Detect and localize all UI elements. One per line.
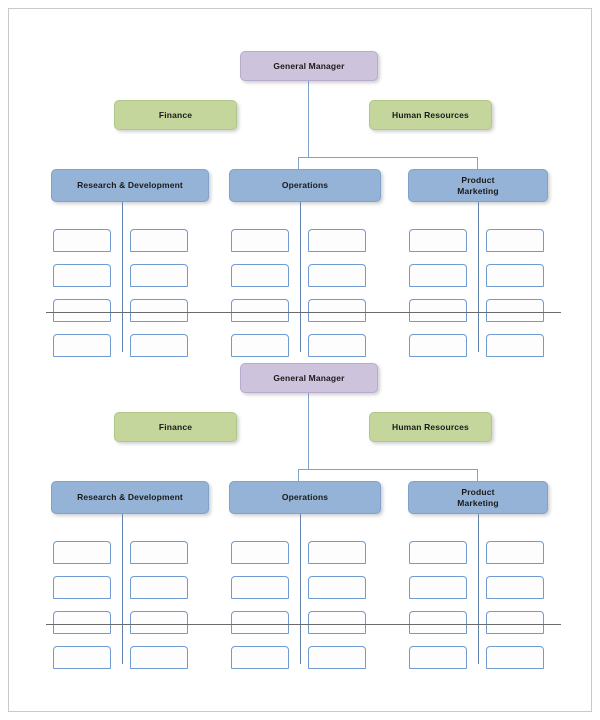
connector-exec-to-bus-2: [308, 393, 309, 469]
grid-cell[interactable]: [130, 611, 188, 634]
grid-cell[interactable]: [409, 334, 467, 357]
grid-cell[interactable]: [130, 334, 188, 357]
product-marketing-node-2-label: Product Marketing: [457, 486, 499, 508]
research-development-node-2[interactable]: Research & Development: [51, 481, 209, 514]
connector-row-rail-2: [46, 624, 561, 625]
grid-cell[interactable]: [308, 334, 366, 357]
grid-cell[interactable]: [53, 541, 111, 564]
human-resources-node-2[interactable]: Human Resources: [369, 412, 492, 442]
connector-row-rail-1: [46, 312, 561, 313]
research-development-node-1[interactable]: Research & Development: [51, 169, 209, 202]
connector-dept-spine-product-marketing-2: [478, 514, 479, 664]
org-chart-2: General Manager Finance Human Resources Res…: [9, 321, 593, 669]
connector-dept-spine-operations-2: [300, 514, 301, 664]
finance-node-1[interactable]: Finance: [114, 100, 237, 130]
grid-cell[interactable]: [53, 334, 111, 357]
grid-cell[interactable]: [409, 299, 467, 322]
grid-cell[interactable]: [53, 576, 111, 599]
grid-cell[interactable]: [130, 541, 188, 564]
grid-cell[interactable]: [308, 264, 366, 287]
human-resources-node-2-label: Human Resources: [392, 421, 469, 432]
grid-cell[interactable]: [409, 611, 467, 634]
operations-node-2-label: Operations: [281, 492, 329, 503]
grid-cell[interactable]: [486, 264, 544, 287]
general-manager-node-2[interactable]: General Manager: [240, 363, 378, 393]
grid-cell[interactable]: [130, 264, 188, 287]
connector-dept-spine-product-marketing-1: [478, 202, 479, 352]
grid-cell[interactable]: [231, 576, 289, 599]
grid-cell[interactable]: [409, 646, 467, 669]
connector-bus-1: [298, 157, 477, 158]
grid-cell[interactable]: [486, 334, 544, 357]
grid-cell[interactable]: [409, 264, 467, 287]
product-marketing-node-2[interactable]: Product Marketing: [408, 481, 548, 514]
grid-cell[interactable]: [308, 541, 366, 564]
grid-cell[interactable]: [308, 299, 366, 322]
grid-cell[interactable]: [53, 229, 111, 252]
grid-cell[interactable]: [130, 646, 188, 669]
connector-exec-to-bus-1: [308, 81, 309, 157]
grid-cell[interactable]: [231, 299, 289, 322]
connector-bus-drop-product-marketing-1: [477, 157, 478, 169]
grid-cell[interactable]: [409, 576, 467, 599]
grid-cell[interactable]: [231, 611, 289, 634]
grid-cell[interactable]: [231, 646, 289, 669]
operations-node-1[interactable]: Operations: [229, 169, 381, 202]
grid-cell[interactable]: [486, 229, 544, 252]
human-resources-node-1-label: Human Resources: [392, 109, 469, 120]
grid-cell[interactable]: [231, 264, 289, 287]
connector-dept-spine-research-development-2: [122, 514, 123, 664]
connector-dept-spine-research-development-1: [122, 202, 123, 352]
grid-cell[interactable]: [486, 576, 544, 599]
general-manager-node-2-label: General Manager: [273, 372, 345, 383]
page-canvas: General Manager Finance Human Resources Res…: [8, 8, 592, 712]
grid-cell[interactable]: [308, 576, 366, 599]
research-development-node-2-label: Research & Development: [77, 492, 183, 503]
grid-cell[interactable]: [308, 229, 366, 252]
org-chart-1: General Manager Finance Human Resources Res…: [9, 9, 593, 357]
connector-bus-drop-operations-2: [298, 469, 299, 481]
connector-bus-2: [298, 469, 477, 470]
grid-cell[interactable]: [53, 264, 111, 287]
operations-node-1-label: Operations: [281, 180, 329, 191]
research-development-node-1-label: Research & Development: [77, 180, 183, 191]
general-manager-node-1[interactable]: General Manager: [240, 51, 378, 81]
grid-cell[interactable]: [308, 646, 366, 669]
product-marketing-node-1[interactable]: Product Marketing: [408, 169, 548, 202]
grid-cell[interactable]: [486, 646, 544, 669]
finance-node-2-label: Finance: [158, 421, 193, 432]
operations-node-2[interactable]: Operations: [229, 481, 381, 514]
grid-cell[interactable]: [130, 229, 188, 252]
grid-cell[interactable]: [409, 229, 467, 252]
grid-cell[interactable]: [486, 611, 544, 634]
general-manager-node-1-label: General Manager: [273, 60, 345, 71]
grid-cell[interactable]: [130, 299, 188, 322]
grid-cell[interactable]: [231, 334, 289, 357]
grid-cell[interactable]: [53, 611, 111, 634]
finance-node-2[interactable]: Finance: [114, 412, 237, 442]
grid-cell[interactable]: [486, 541, 544, 564]
connector-bus-drop-product-marketing-2: [477, 469, 478, 481]
finance-node-1-label: Finance: [158, 109, 193, 120]
connector-bus-drop-operations-1: [298, 157, 299, 169]
product-marketing-node-1-label: Product Marketing: [457, 174, 499, 196]
connector-dept-spine-operations-1: [300, 202, 301, 352]
grid-cell[interactable]: [53, 299, 111, 322]
grid-cell[interactable]: [231, 541, 289, 564]
grid-cell[interactable]: [53, 646, 111, 669]
grid-cell[interactable]: [486, 299, 544, 322]
grid-cell[interactable]: [231, 229, 289, 252]
grid-cell[interactable]: [308, 611, 366, 634]
human-resources-node-1[interactable]: Human Resources: [369, 100, 492, 130]
grid-cell[interactable]: [130, 576, 188, 599]
grid-cell[interactable]: [409, 541, 467, 564]
